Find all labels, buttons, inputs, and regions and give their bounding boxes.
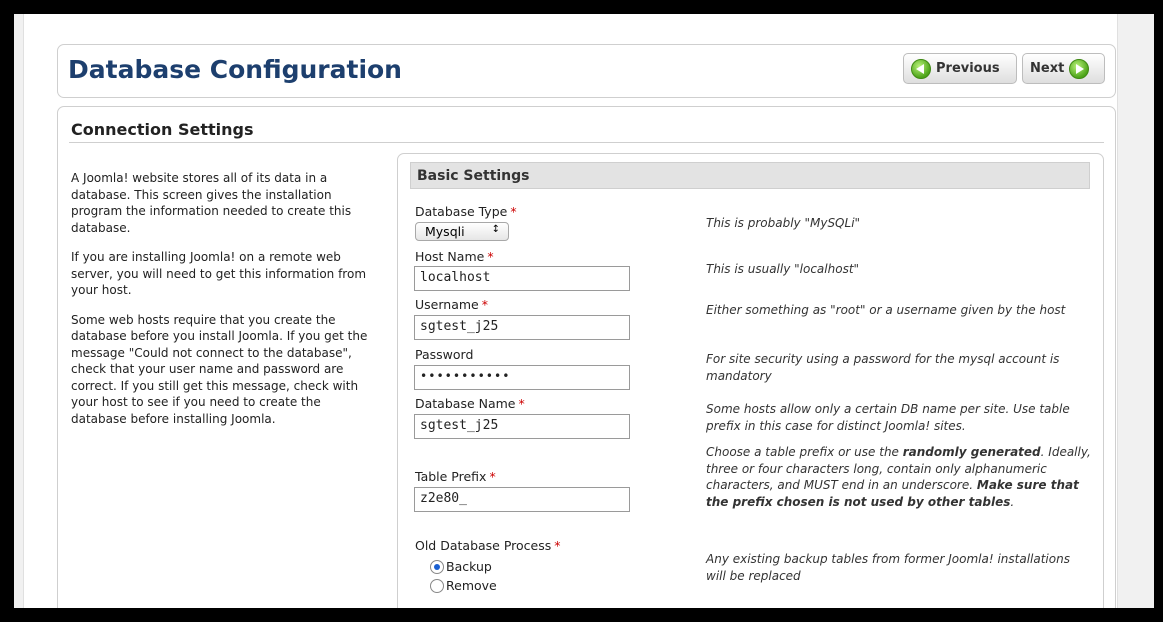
table-prefix-label-text: Table Prefix [415,469,487,484]
next-button-label: Next [1030,61,1065,76]
password-label: Password [415,347,473,362]
arrow-right-icon [1069,58,1090,79]
required-marker: * [481,297,488,312]
required-marker: * [518,396,525,411]
database-type-label-text: Database Type [415,204,508,219]
radio-backup[interactable]: Backup [430,559,492,574]
database-type-value: Mysqli [425,224,465,239]
username-hint: Either something as "root" or a username… [706,303,1066,317]
installer-window: Database Configuration Previous Next Con… [14,14,1154,608]
basic-settings-header: Basic Settings [410,162,1090,189]
username-input[interactable]: sgtest_j25 [414,315,630,340]
old-database-process-hint: Any existing backup tables from former J… [706,552,1070,583]
previous-button-label: Previous [936,61,1000,76]
table-prefix-input[interactable]: z2e80_ [414,487,630,512]
radio-unselected-icon [430,578,444,593]
select-arrows-icon: ↕ [491,224,500,235]
left-scroll-gutter [14,14,24,608]
basic-settings-panel: Basic Settings Database Type * Mysqli ↕ T… [397,153,1104,608]
database-name-label-text: Database Name [415,396,516,411]
arrow-left-icon [911,58,931,79]
previous-button[interactable]: Previous [903,53,1017,84]
radio-backup-label: Backup [446,559,492,574]
next-button[interactable]: Next [1022,53,1105,84]
table-prefix-hint-emphasis: randomly generated [902,445,1041,459]
intro-text: A Joomla! website stores all of its data… [71,170,376,440]
table-prefix-label: Table Prefix * [415,469,496,484]
host-name-label: Host Name * [415,249,494,264]
host-name-input[interactable]: localhost [414,266,630,291]
database-name-input[interactable]: sgtest_j25 [414,414,630,439]
database-type-select[interactable]: Mysqli ↕ [415,222,509,241]
section-title: Connection Settings [71,120,254,139]
intro-paragraph: Some web hosts require that you create t… [71,312,368,426]
page-title: Database Configuration [68,55,402,84]
intro-paragraph: A Joomla! website stores all of its data… [71,171,352,235]
required-marker: * [510,204,517,219]
connection-settings-panel: Connection Settings A Joomla! website st… [57,106,1116,608]
required-marker: * [554,538,561,553]
table-prefix-hint-text: . [1010,494,1015,509]
password-label-text: Password [415,347,474,362]
required-marker: * [489,469,496,484]
username-label: Username * [415,297,488,312]
section-divider [69,142,1104,143]
password-input[interactable]: ••••••••••• [414,365,630,390]
password-hint: For site security using a password for t… [706,352,1060,383]
old-database-process-label: Old Database Process * [415,538,561,553]
database-name-hint: Some hosts allow only a certain DB name … [706,402,1070,433]
radio-selected-icon [430,559,444,574]
required-marker: * [487,249,494,264]
host-name-hint: This is usually "localhost" [706,262,860,276]
database-type-hint: This is probably "MySQLi" [706,216,861,230]
radio-remove[interactable]: Remove [430,578,497,593]
intro-paragraph: If you are installing Joomla! on a remot… [71,250,367,297]
host-name-label-text: Host Name [415,249,485,264]
right-scroll-gutter [1117,14,1154,608]
radio-remove-label: Remove [446,578,497,593]
header-panel: Database Configuration Previous Next [57,44,1116,98]
table-prefix-hint: Choose a table prefix or use the randoml… [706,444,1091,510]
table-prefix-hint-text: Choose a table prefix or use the [706,445,903,459]
database-name-label: Database Name * [415,396,525,411]
database-type-label: Database Type * [415,204,517,219]
old-database-process-label-text: Old Database Process [415,538,552,553]
username-label-text: Username [415,297,479,312]
